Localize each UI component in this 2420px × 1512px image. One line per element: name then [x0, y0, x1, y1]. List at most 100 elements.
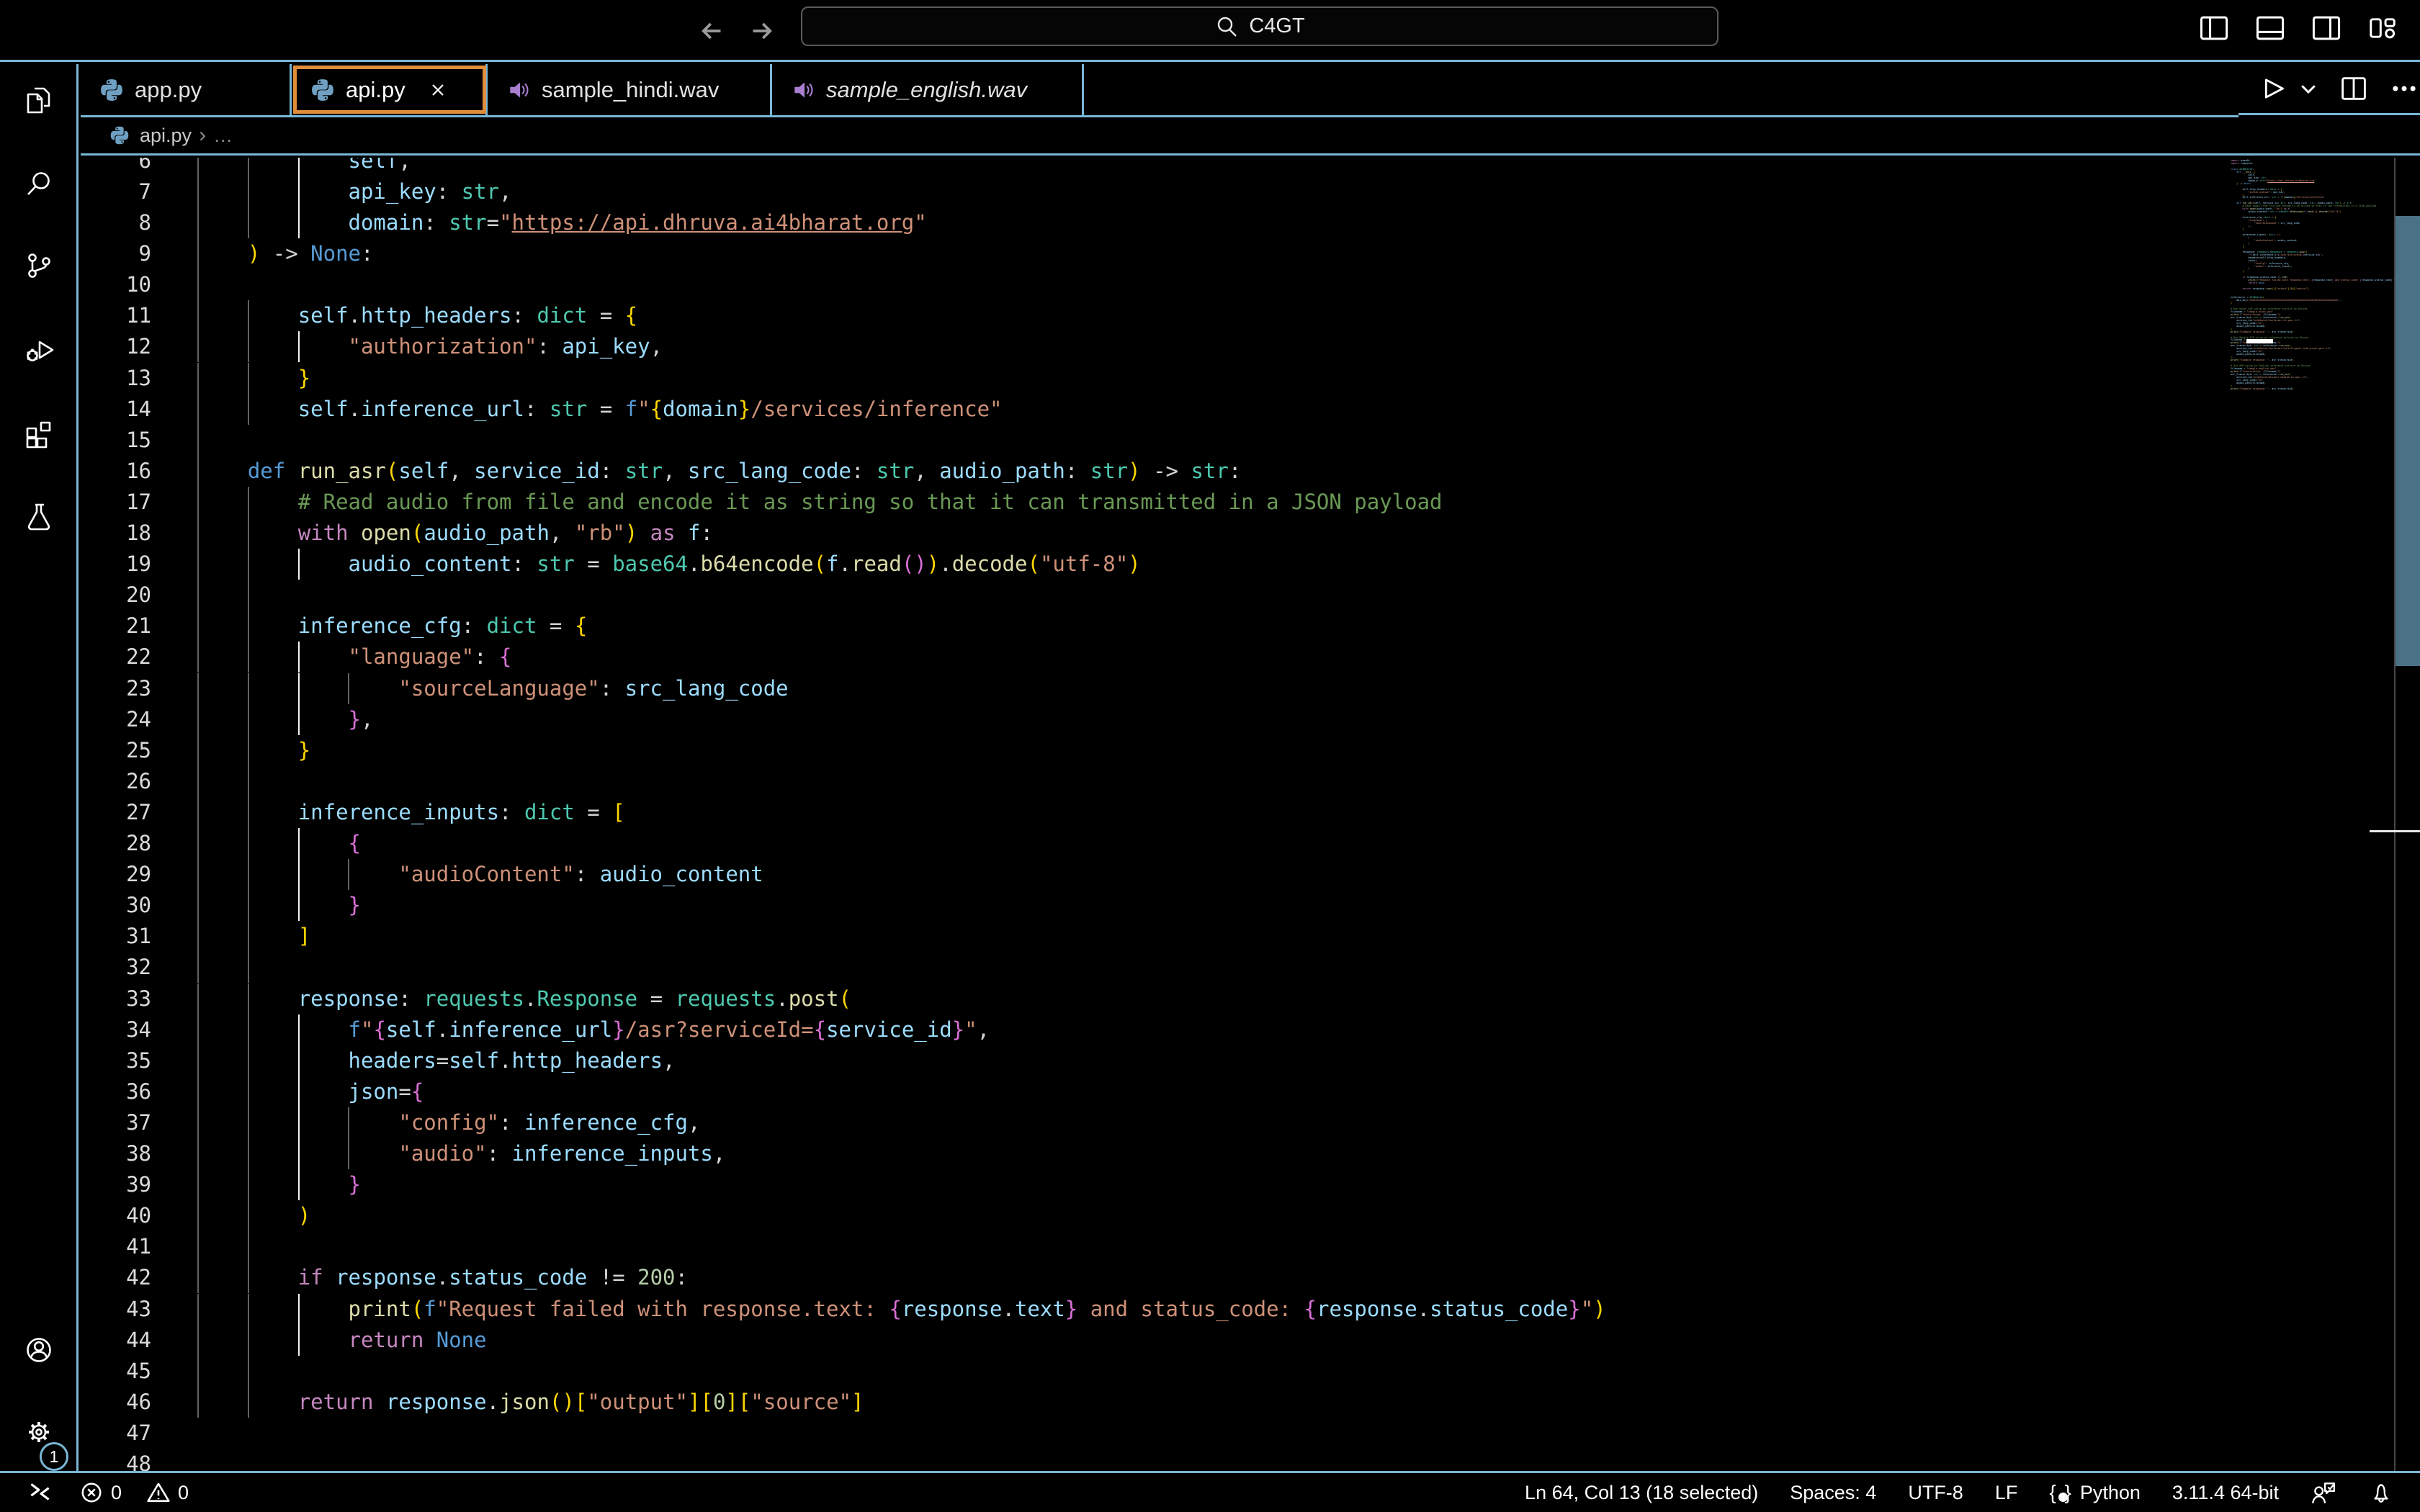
line-number: 39: [81, 1169, 151, 1200]
python-braces-icon: { }: [2049, 1481, 2072, 1504]
nav-forward-icon[interactable]: [744, 13, 780, 49]
editor-pane[interactable]: 6789101112131415161718192021222324252627…: [81, 158, 2420, 1471]
line-number: 48: [81, 1449, 151, 1471]
minimap-selection-highlight: [2246, 339, 2273, 343]
status-text: LF: [1995, 1482, 2018, 1504]
search-icon: [1214, 14, 1239, 39]
line-number: 10: [81, 269, 151, 300]
code-line-25: }: [197, 735, 310, 766]
activity-bar: [0, 64, 79, 1471]
code-line-46: return response.json()["output"][0]["sou…: [197, 1387, 864, 1418]
status-bar: 0 0 Ln 64, Col 13 (18 selected) Spaces: 4 U…: [0, 1471, 2420, 1512]
search-icon[interactable]: [22, 167, 55, 200]
line-number: 19: [81, 549, 151, 580]
encoding[interactable]: UTF-8: [1908, 1482, 1963, 1504]
testing-icon[interactable]: [22, 500, 55, 534]
tab-label: sample_english.wav: [826, 77, 1027, 103]
bell-icon: [2368, 1480, 2394, 1506]
line-number: 32: [81, 952, 151, 983]
tab-label: sample_hindi.wav: [542, 77, 719, 103]
line-number: 38: [81, 1138, 151, 1169]
line-number: 45: [81, 1356, 151, 1387]
code-line-33: response: requests.Response = requests.p…: [197, 984, 851, 1014]
line-number: 46: [81, 1387, 151, 1418]
code-line-44: return None: [197, 1325, 487, 1356]
errors[interactable]: 0: [79, 1480, 122, 1505]
tab-strip: app.py api.py sample_hindi.wav sample_engli…: [81, 64, 2238, 117]
code-line-40: ): [197, 1200, 310, 1231]
breadcrumb-file[interactable]: api.py: [140, 125, 192, 147]
code-line-36: json={: [197, 1076, 424, 1107]
warnings[interactable]: 0: [146, 1480, 189, 1505]
line-number: 26: [81, 766, 151, 797]
code-line-6: self,: [197, 158, 411, 176]
code-line-35: headers=self.http_headers,: [197, 1045, 676, 1076]
python-file-icon: [310, 78, 335, 102]
code-line-12: "authorization": api_key,: [197, 331, 663, 362]
tab-app.py[interactable]: app.py: [81, 64, 292, 115]
minimap[interactable]: import base64import requestsclass AI4Bha…: [2222, 158, 2394, 1471]
remote-indicator-icon: [26, 1478, 55, 1507]
run-button[interactable]: [2256, 73, 2287, 104]
line-number: 6: [81, 158, 151, 176]
notifications[interactable]: [2368, 1480, 2394, 1506]
line-number: 28: [81, 828, 151, 859]
scrollbar-thumb[interactable]: [2396, 216, 2420, 666]
language-mode[interactable]: { } Python: [2049, 1481, 2141, 1504]
nav-back-icon[interactable]: [694, 13, 730, 49]
tab-label: api.py: [346, 77, 405, 103]
feedback[interactable]: [2311, 1480, 2336, 1506]
extensions-icon[interactable]: [22, 417, 55, 450]
code-line-13: }: [197, 363, 310, 394]
run-dropdown-chevron[interactable]: [2298, 78, 2319, 99]
cursor-position[interactable]: Ln 64, Col 13 (18 selected): [1525, 1482, 1758, 1504]
line-number: 12: [81, 331, 151, 362]
tab-sample_hindi.wav[interactable]: sample_hindi.wav: [488, 64, 772, 115]
status-text: Python: [2080, 1482, 2141, 1504]
line-number: 30: [81, 890, 151, 921]
code-line-24: },: [197, 704, 373, 735]
indentation[interactable]: Spaces: 4: [1790, 1482, 1876, 1504]
tab-sample_english.wav[interactable]: sample_english.wav: [772, 64, 1084, 115]
code-line-9: ) -> None:: [197, 238, 373, 269]
toggle-sidebar-icon[interactable]: [2197, 12, 2231, 45]
run-and-debug-icon[interactable]: [22, 333, 55, 366]
line-number: 16: [81, 456, 151, 487]
line-number: 25: [81, 735, 151, 766]
more-actions-button[interactable]: [2388, 73, 2420, 104]
line-number: 14: [81, 394, 151, 425]
split-editor-button[interactable]: [2338, 73, 2370, 104]
code-line-42: if response.status_code != 200:: [197, 1262, 688, 1293]
line-number: 37: [81, 1107, 151, 1138]
close-icon[interactable]: [426, 78, 449, 102]
eol[interactable]: LF: [1995, 1482, 2018, 1504]
python-interpreter[interactable]: 3.11.4 64-bit: [2172, 1482, 2279, 1504]
remote-indicator[interactable]: [26, 1478, 55, 1507]
code-line-28: {: [197, 828, 361, 859]
code-line-21: inference_cfg: dict = {: [197, 611, 587, 642]
line-number: 42: [81, 1262, 151, 1293]
tab-api.py[interactable]: api.py: [292, 64, 488, 115]
toggle-secondary-sidebar-icon[interactable]: [2309, 12, 2344, 45]
line-number: 21: [81, 611, 151, 642]
line-number: 17: [81, 487, 151, 518]
line-number: 27: [81, 797, 151, 828]
feedback-icon: [2311, 1480, 2336, 1506]
breadcrumb[interactable]: api.py › …: [81, 117, 2420, 156]
code-line-34: f"{self.inference_url}/asr?serviceId={se…: [197, 1014, 990, 1045]
command-center[interactable]: C4GT: [801, 6, 1718, 46]
breadcrumb-more[interactable]: …: [213, 125, 233, 147]
warnings-icon: [146, 1480, 171, 1505]
line-number: 41: [81, 1231, 151, 1262]
line-number: 7: [81, 176, 151, 207]
account-icon[interactable]: [22, 1333, 55, 1367]
line-number: 22: [81, 642, 151, 672]
editor-scrollbar[interactable]: [2396, 158, 2420, 1471]
code-line-7: api_key: str,: [197, 176, 512, 207]
explorer-icon[interactable]: [22, 84, 55, 117]
customize-layout-icon[interactable]: [2365, 12, 2400, 45]
toggle-panel-icon[interactable]: [2253, 12, 2287, 45]
status-text: 0: [111, 1482, 122, 1504]
vscode-window: C4GT 1 app.pyapi.pysample_hindi.wavsampl…: [0, 0, 2420, 1512]
source-control-icon[interactable]: [22, 249, 55, 282]
